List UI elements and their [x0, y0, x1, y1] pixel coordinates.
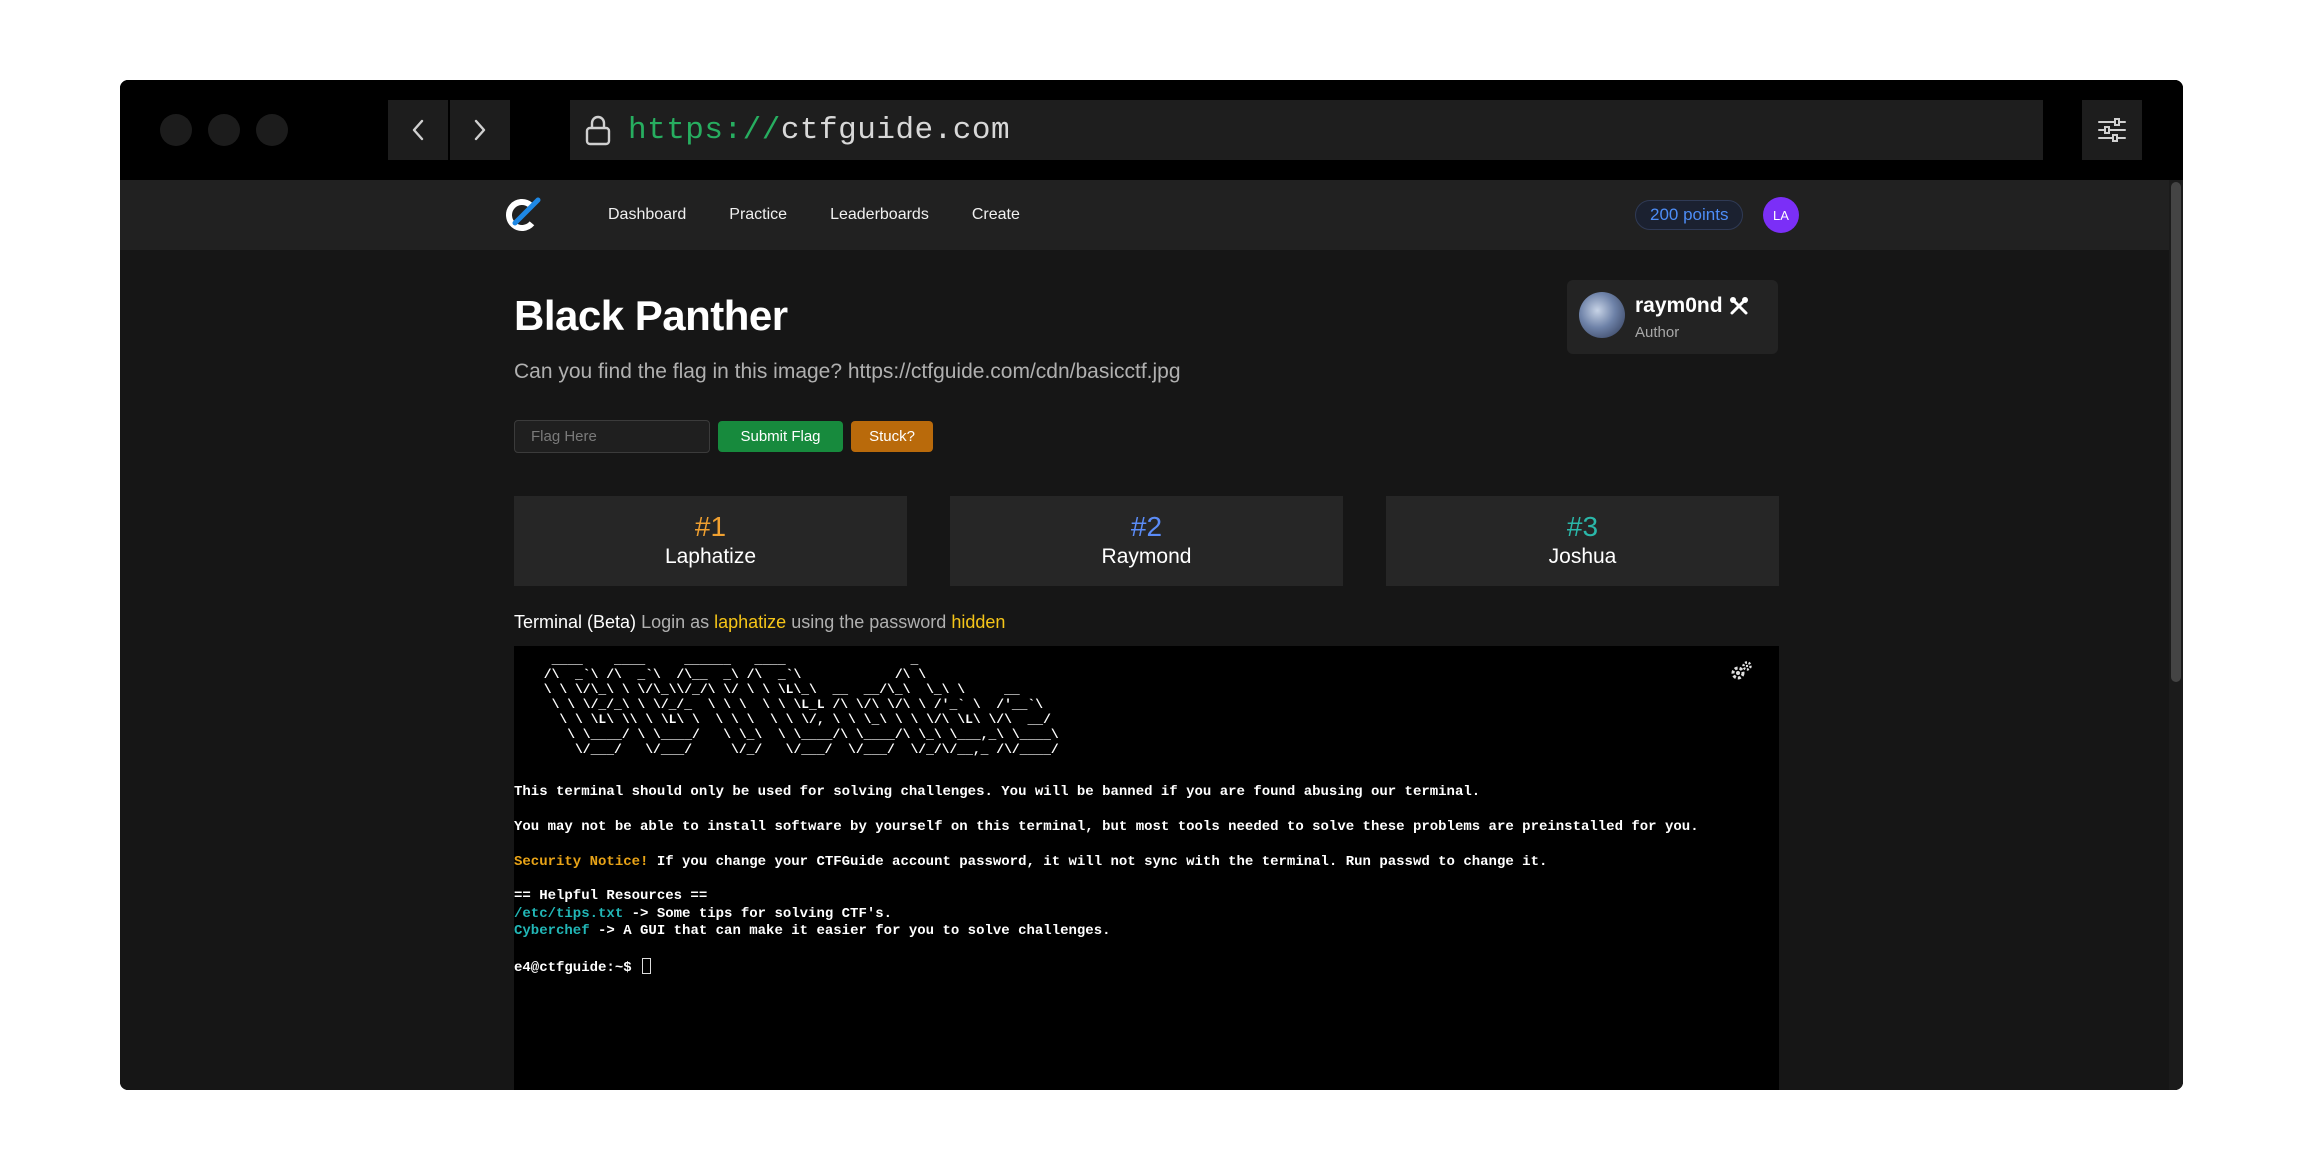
- submit-flag-button[interactable]: Submit Flag: [718, 421, 843, 452]
- window-maximize-dot[interactable]: [256, 114, 288, 146]
- leaderboard-rank-3: #3: [1566, 511, 1599, 542]
- lock-icon: [584, 113, 614, 147]
- address-bar[interactable]: https://ctfguide.com: [570, 100, 2043, 160]
- leaderboard-card-3: #3 Joshua: [1386, 496, 1779, 586]
- terminal-prompt-line[interactable]: e4@ctfguide:~$: [514, 958, 652, 976]
- tools-icon: [1729, 297, 1748, 315]
- author-role: Author: [1635, 324, 1680, 341]
- resource-cyberchef: Cyberchef -> A GUI that can make it easi…: [514, 923, 1111, 939]
- url-text: https://ctfguide.com: [628, 113, 1010, 148]
- terminal-line-1: This terminal should only be used for so…: [514, 784, 1481, 800]
- password-prefix: using the password: [791, 612, 947, 632]
- scrollbar-thumb[interactable]: [2171, 182, 2181, 682]
- tips-link[interactable]: /etc/tips.txt: [514, 906, 623, 922]
- terminal-login-info: Terminal (Beta) Login as laphatize using…: [514, 612, 1005, 633]
- nav-practice[interactable]: Practice: [729, 206, 787, 224]
- challenge-description: Can you find the flag in this image? htt…: [514, 360, 1181, 383]
- browser-settings-button[interactable]: [2082, 100, 2142, 160]
- terminal-panel[interactable]: ____ ____ ______ ____ _ /\ _`\ /\ _`\ /\…: [514, 646, 1779, 1090]
- terminal-label: Terminal (Beta): [514, 612, 637, 632]
- cyberchef-text: -> A GUI that can make it easier for you…: [589, 923, 1111, 939]
- leaderboard-card-2: #2 Raymond: [950, 496, 1343, 586]
- author-name: raym0nd: [1635, 294, 1723, 317]
- security-notice-label: Security Notice!: [514, 854, 649, 870]
- author-avatar: [1579, 292, 1625, 338]
- forward-button[interactable]: [450, 100, 510, 160]
- author-name-row: raym0nd: [1635, 294, 1749, 318]
- security-notice-text: If you change your CTFGuide account pass…: [648, 854, 1548, 870]
- terminal-username: laphatize: [714, 612, 787, 632]
- user-avatar[interactable]: LA: [1763, 197, 1799, 233]
- window-close-dot[interactable]: [160, 114, 192, 146]
- leaderboard-name-1: Laphatize: [664, 545, 757, 568]
- sliders-icon: [2098, 118, 2126, 142]
- author-card[interactable]: raym0nd Author: [1567, 280, 1778, 354]
- chevron-left-icon: [412, 119, 424, 141]
- page-content: Dashboard Practice Leaderboards Create 2…: [120, 180, 2183, 1090]
- resources-heading: == Helpful Resources ==: [514, 888, 708, 904]
- cyberchef-link[interactable]: Cyberchef: [514, 923, 590, 939]
- challenge-title: Black Panther: [514, 292, 788, 339]
- stuck-button[interactable]: Stuck?: [851, 421, 933, 452]
- site-navbar: Dashboard Practice Leaderboards Create 2…: [120, 180, 2169, 250]
- browser-toolbar: https://ctfguide.com: [120, 80, 2183, 180]
- gears-icon[interactable]: [1729, 660, 1753, 682]
- url-host: ctfguide.com: [780, 112, 1011, 148]
- leaderboard-card-1: #1 Laphatize: [514, 496, 907, 586]
- window-minimize-dot[interactable]: [208, 114, 240, 146]
- chevron-right-icon: [474, 119, 486, 141]
- back-button[interactable]: [388, 100, 448, 160]
- url-scheme: https://: [628, 112, 781, 148]
- nav-dashboard[interactable]: Dashboard: [608, 206, 686, 224]
- terminal-security-notice: Security Notice! If you change your CTFG…: [514, 854, 1547, 870]
- nav-leaderboards[interactable]: Leaderboards: [830, 206, 929, 224]
- leaderboard-rank-1: #1: [694, 511, 727, 542]
- resource-tips: /etc/tips.txt -> Some tips for solving C…: [514, 906, 892, 922]
- terminal-prompt: e4@ctfguide:~$: [514, 960, 641, 976]
- nav-links: Dashboard Practice Leaderboards Create: [608, 180, 1020, 250]
- points-badge[interactable]: 200 points: [1635, 200, 1744, 230]
- tips-text: -> Some tips for solving CTF's.: [623, 906, 893, 922]
- nav-create[interactable]: Create: [972, 206, 1020, 224]
- browser-window: https://ctfguide.com Dashboard Practice …: [120, 80, 2183, 1090]
- page-scrollbar[interactable]: [2169, 180, 2183, 1090]
- flag-input[interactable]: [514, 420, 710, 453]
- leaderboard-name-3: Joshua: [1548, 545, 1617, 568]
- leaderboard-rank-2: #2: [1130, 511, 1163, 542]
- terminal-line-2: You may not be able to install software …: [514, 819, 1699, 835]
- terminal-cursor: [642, 958, 652, 974]
- login-prefix: Login as: [641, 612, 710, 632]
- leaderboard-name-2: Raymond: [1101, 545, 1192, 568]
- ctfguide-logo[interactable]: [505, 196, 541, 232]
- terminal-ascii-banner: ____ ____ ______ ____ _ /\ _`\ /\ _`\ /\…: [543, 652, 1059, 757]
- terminal-password: hidden: [951, 612, 1006, 632]
